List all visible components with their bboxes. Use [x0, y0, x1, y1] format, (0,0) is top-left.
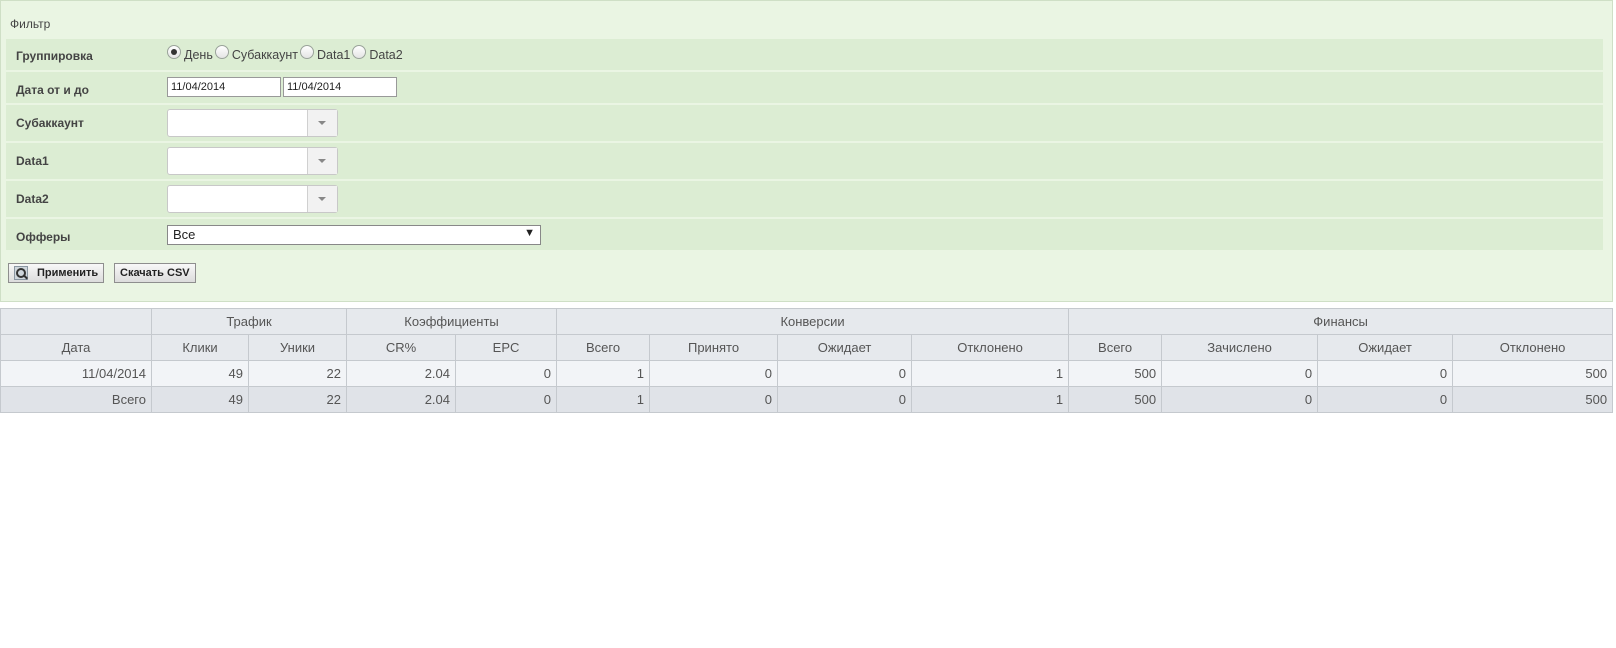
- offers-selected-value: Все: [173, 227, 196, 242]
- column-header-conv-total[interactable]: Всего: [556, 334, 651, 361]
- table-cell: 2.04: [346, 360, 457, 387]
- radio-data2-label[interactable]: Data2: [369, 48, 402, 62]
- data1-label: Data1: [16, 154, 49, 168]
- search-icon: [14, 266, 28, 280]
- column-header-fin-pending[interactable]: Ожидает: [1317, 334, 1454, 361]
- table-cell: 1: [556, 360, 651, 387]
- radio-data1[interactable]: [300, 45, 314, 59]
- date-to-input[interactable]: [283, 77, 397, 97]
- column-header-date[interactable]: Дата: [0, 334, 152, 361]
- total-cell: 0: [1161, 386, 1319, 413]
- date-range-row: Дата от и до: [6, 72, 1603, 103]
- table-cell: 49: [151, 360, 249, 387]
- column-header-fin-rejected[interactable]: Отклонено: [1452, 334, 1614, 361]
- group-header-empty: [0, 308, 152, 335]
- table-cell: 0: [1317, 360, 1454, 387]
- total-cell: 49: [151, 386, 249, 413]
- data1-row: Data1: [6, 143, 1603, 179]
- stats-table: Трафик Коэффициенты Конверсии Финансы Да…: [0, 308, 1614, 413]
- radio-day[interactable]: [167, 45, 181, 59]
- table-cell: 500: [1452, 360, 1614, 387]
- table-cell: 0: [777, 360, 913, 387]
- radio-data2[interactable]: [352, 45, 367, 59]
- subaccount-combo[interactable]: [167, 109, 338, 137]
- offers-row: Офферы Все ▼: [6, 219, 1603, 250]
- column-header-epc[interactable]: EPC: [455, 334, 558, 361]
- data1-dropdown-button[interactable]: [307, 148, 337, 174]
- radio-data1-label[interactable]: Data1: [317, 48, 350, 62]
- total-cell: 500: [1452, 386, 1614, 413]
- data2-combo[interactable]: [167, 185, 338, 213]
- offers-select[interactable]: Все ▼: [167, 225, 541, 245]
- column-header-fin-credited[interactable]: Зачислено: [1161, 334, 1319, 361]
- column-header-uniques[interactable]: Уники: [247, 334, 348, 361]
- total-cell: 0: [777, 386, 913, 413]
- total-cell: 1: [911, 386, 1070, 413]
- group-header-traffic: Трафик: [150, 308, 348, 335]
- grouping-radio-group: День Субаккаунт Data1 Data2: [167, 45, 405, 62]
- date-range-inputs: [167, 77, 399, 97]
- offers-label: Офферы: [16, 230, 71, 244]
- data1-combo[interactable]: [167, 147, 338, 175]
- radio-subaccount-label[interactable]: Субаккаунт: [232, 48, 298, 62]
- table-cell: 22: [247, 360, 348, 387]
- subaccount-row: Субаккаунт: [6, 105, 1603, 141]
- total-cell: 500: [1068, 386, 1163, 413]
- total-cell: 2.04: [346, 386, 457, 413]
- group-header-row: Трафик Коэффициенты Конверсии Финансы: [0, 308, 1614, 335]
- filter-legend: Фильтр: [10, 17, 51, 31]
- download-csv-button[interactable]: Скачать CSV: [114, 263, 196, 283]
- dropdown-arrow-icon: ▼: [524, 227, 535, 239]
- column-header-conv-rejected[interactable]: Отклонено: [911, 334, 1070, 361]
- apply-button-label: Применить: [37, 267, 99, 279]
- subaccount-label: Субаккаунт: [16, 116, 84, 130]
- date-range-label: Дата от и до: [16, 83, 90, 97]
- total-cell: 0: [455, 386, 558, 413]
- table-cell: 1: [911, 360, 1070, 387]
- filter-panel: Фильтр Группировка День Субаккаунт Data1…: [0, 0, 1613, 302]
- data2-dropdown-button[interactable]: [307, 186, 337, 212]
- group-header-coefficients: Коэффициенты: [346, 308, 558, 335]
- grouping-label: Группировка: [16, 49, 93, 63]
- column-header-conv-pending[interactable]: Ожидает: [777, 334, 913, 361]
- apply-button[interactable]: Применить: [8, 263, 105, 283]
- data2-row: Data2: [6, 181, 1603, 217]
- table-cell: 11/04/2014: [0, 360, 152, 387]
- download-csv-button-label: Скачать CSV: [120, 267, 190, 279]
- group-header-conversions: Конверсии: [556, 308, 1070, 335]
- radio-day-label[interactable]: День: [184, 48, 213, 62]
- table-row[interactable]: 11/04/2014 49 22 2.04 0 1 0 0 1 500 0 0 …: [0, 360, 1614, 387]
- radio-subaccount[interactable]: [214, 45, 229, 59]
- total-cell: 22: [247, 386, 348, 413]
- total-cell: 1: [556, 386, 651, 413]
- total-cell: Всего: [0, 386, 152, 413]
- column-header-cr[interactable]: CR%: [346, 334, 457, 361]
- table-cell: 0: [1161, 360, 1319, 387]
- total-cell: 0: [649, 386, 779, 413]
- group-header-finances: Финансы: [1068, 308, 1614, 335]
- grouping-row: Группировка День Субаккаунт Data1 Data2: [6, 39, 1603, 70]
- column-header-row: Дата Клики Уники CR% EPC Всего Принято О…: [0, 334, 1614, 361]
- subaccount-dropdown-button[interactable]: [307, 110, 337, 136]
- table-total-row: Всего 49 22 2.04 0 1 0 0 1 500 0 0 500: [0, 386, 1614, 413]
- column-header-fin-total[interactable]: Всего: [1068, 334, 1163, 361]
- date-from-input[interactable]: [167, 77, 281, 97]
- table-cell: 0: [649, 360, 779, 387]
- table-cell: 500: [1068, 360, 1163, 387]
- column-header-clicks[interactable]: Клики: [151, 334, 249, 361]
- table-cell: 0: [455, 360, 558, 387]
- total-cell: 0: [1317, 386, 1454, 413]
- data2-label: Data2: [16, 192, 49, 206]
- column-header-conv-accepted[interactable]: Принято: [649, 334, 779, 361]
